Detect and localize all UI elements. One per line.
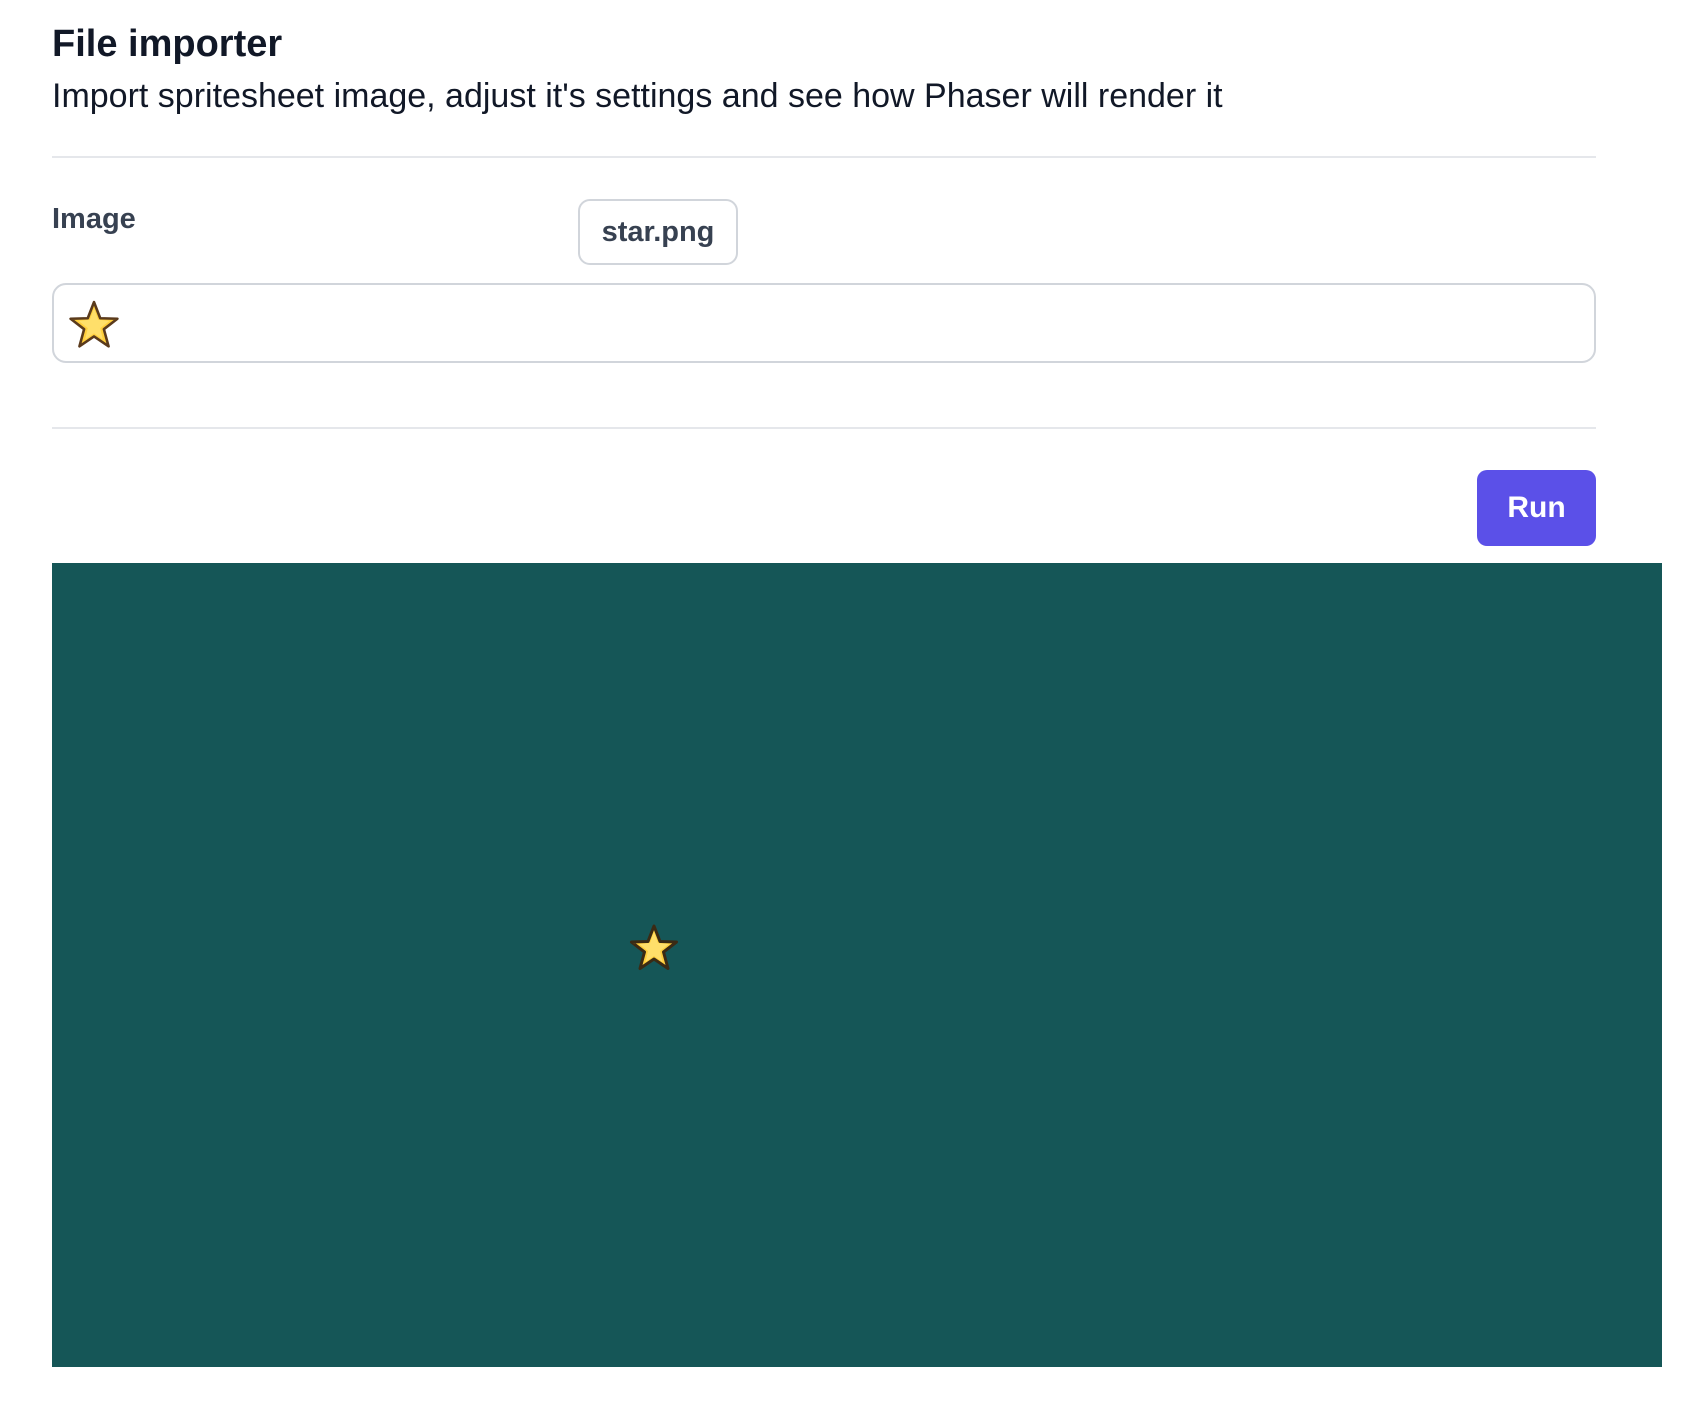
page-title: File importer xyxy=(52,23,283,65)
page-subtitle: Import spritesheet image, adjust it's se… xyxy=(52,77,1223,115)
run-button[interactable]: Run xyxy=(1477,470,1596,546)
star-icon xyxy=(69,300,119,348)
file-select-button[interactable]: star.png xyxy=(578,199,738,265)
divider-bottom xyxy=(52,427,1596,429)
image-preview-box xyxy=(52,283,1596,363)
star-icon xyxy=(630,924,678,970)
divider-top xyxy=(52,156,1596,158)
image-field-label: Image xyxy=(52,203,136,235)
phaser-canvas[interactable] xyxy=(52,563,1662,1367)
page-header: File importer Import spritesheet image, … xyxy=(52,20,1602,118)
